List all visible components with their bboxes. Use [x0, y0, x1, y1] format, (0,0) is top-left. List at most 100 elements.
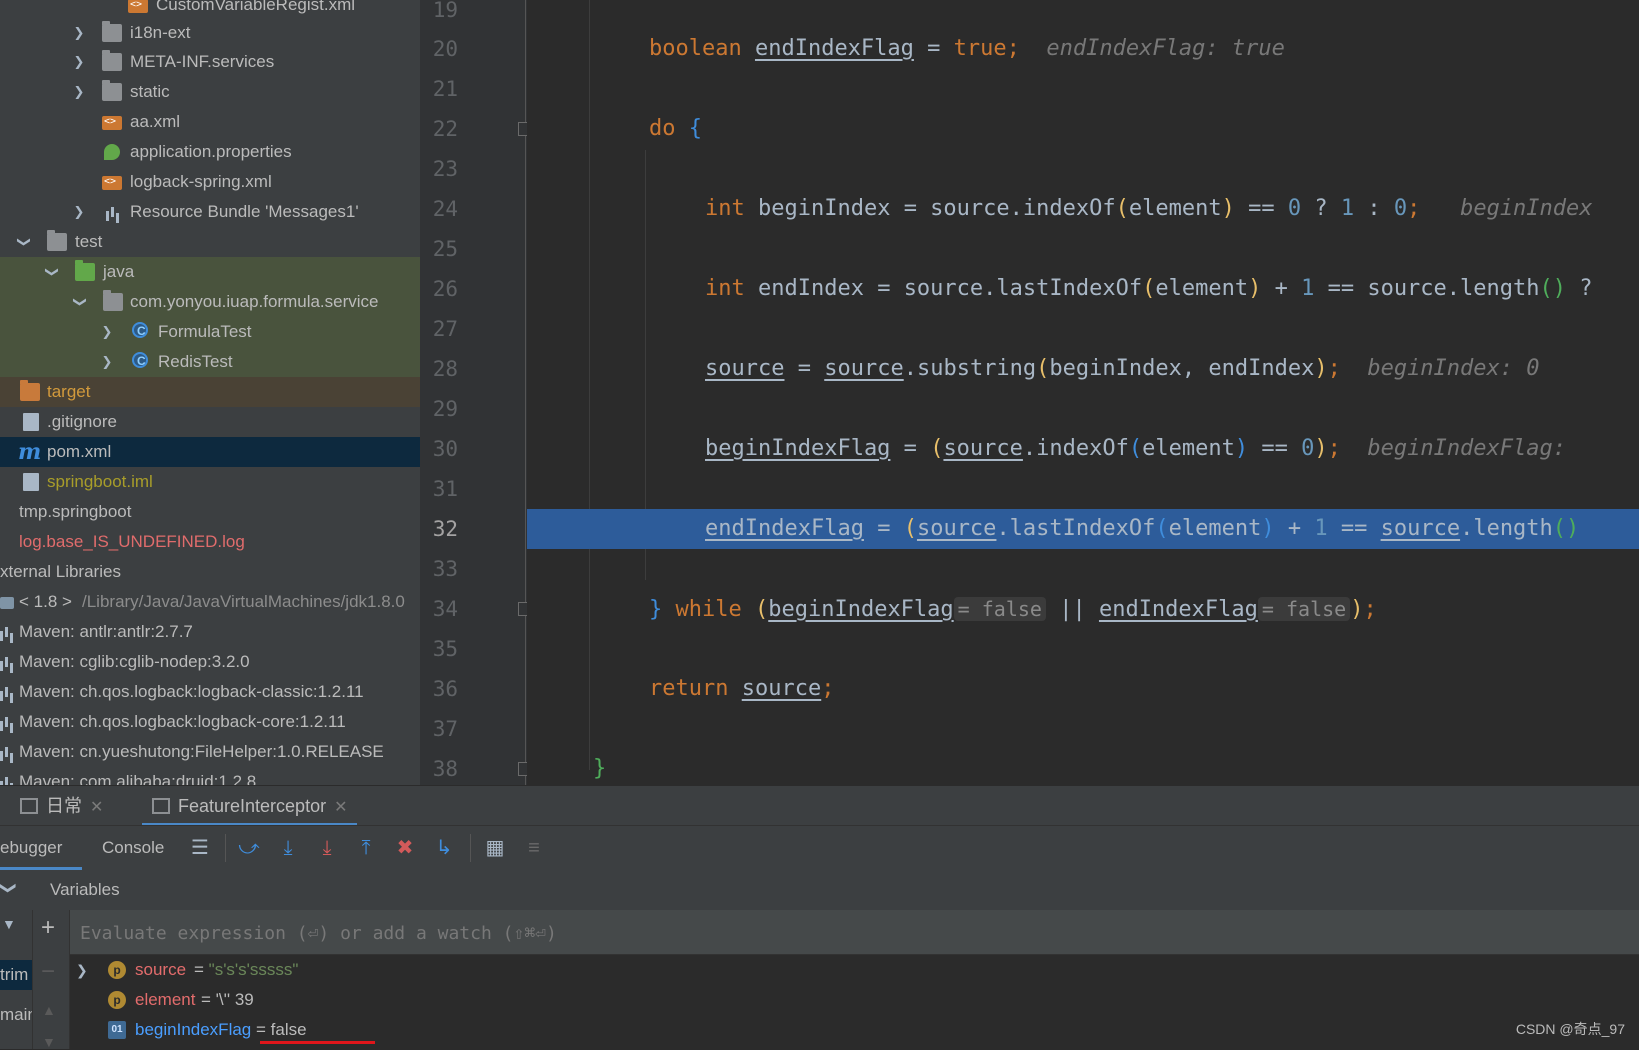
run-to-cursor-icon[interactable]: ↳	[432, 836, 456, 860]
tree-item[interactable]: < 1.8 > /Library/Java/JavaVirtualMachine…	[0, 587, 420, 617]
tree-item[interactable]: Maven: com.alibaba:druid:1.2.8	[0, 767, 420, 785]
tree-item[interactable]: aa.xml	[0, 107, 420, 137]
line-number[interactable]: 25	[420, 229, 458, 269]
evaluate-expression-input[interactable]	[78, 916, 982, 950]
line-number[interactable]: 19	[420, 0, 458, 30]
code-editor[interactable]: boolean endIndexFlag = true; endIndexFla…	[527, 0, 1639, 785]
evaluate-expression-icon[interactable]: ▦	[483, 836, 507, 860]
tree-item[interactable]: Maven: ch.qos.logback:logback-core:1.2.1…	[0, 707, 420, 737]
chevron-right-icon[interactable]: ❯	[72, 18, 86, 48]
close-icon[interactable]: ✕	[90, 799, 103, 816]
line-number[interactable]: 35	[420, 629, 458, 669]
tree-item[interactable]: application.properties	[0, 137, 420, 167]
line-number[interactable]: 37	[420, 709, 458, 749]
variable-row-element[interactable]: p element = '\'' 39	[70, 985, 1639, 1015]
move-down-icon[interactable]: ▼	[42, 1034, 56, 1050]
line-number[interactable]: 31	[420, 469, 458, 509]
tab-debugger[interactable]: ebugger	[0, 826, 82, 870]
tree-item[interactable]: ❯ test	[0, 227, 420, 257]
tree-item[interactable]: ❯ Resource Bundle 'Messages1'	[0, 197, 420, 227]
code-line-38[interactable]: }	[527, 749, 1639, 785]
chevron-right-icon[interactable]: ❯	[72, 197, 86, 227]
line-number[interactable]: 22	[420, 109, 458, 149]
chevron-down-icon[interactable]: ❯	[65, 295, 95, 309]
dropdown-icon[interactable]: ▼	[2, 916, 16, 932]
tree-item[interactable]: ❯ RedisTest	[0, 346, 420, 377]
code-line-36[interactable]: return source;	[527, 669, 1639, 709]
variables-header: ❯ Variables	[0, 870, 1639, 911]
line-number[interactable]: 20	[420, 29, 458, 69]
tree-item[interactable]: ❯ com.yonyou.iuap.formula.service	[0, 287, 420, 317]
tree-item[interactable]: ❯ META-INF.services	[0, 47, 420, 77]
tree-item[interactable]: ❯ i18n-ext	[0, 18, 420, 48]
code-line-34[interactable]: } while (beginIndexFlag = false || endInd…	[527, 589, 1639, 629]
tab-daily[interactable]: 日常 ✕	[20, 786, 103, 826]
chevron-down-icon[interactable]: ❯	[9, 235, 39, 249]
line-number-current[interactable]: 32	[420, 509, 458, 549]
tab-console[interactable]: Console	[102, 826, 164, 870]
move-up-icon[interactable]: ▲	[42, 1002, 56, 1018]
tree-item[interactable]: Maven: ch.qos.logback:logback-classic:1.…	[0, 677, 420, 707]
tab-featureinterceptor[interactable]: FeatureInterceptor ✕	[142, 786, 358, 826]
variables-list: ❯ p source = "s's's'sssss" p element = '…	[70, 955, 1639, 1049]
close-icon[interactable]: ✕	[334, 799, 347, 816]
line-number[interactable]: 33	[420, 549, 458, 589]
tree-item[interactable]: log.base_IS_UNDEFINED.log	[0, 527, 420, 557]
tree-item[interactable]: .gitignore	[0, 407, 420, 437]
code-line-24[interactable]: int beginIndex = source.indexOf(element)…	[527, 189, 1639, 229]
step-into-icon[interactable]: ⤓	[276, 836, 300, 860]
frame-item-selected[interactable]: trim	[0, 960, 32, 990]
tree-item[interactable]: Maven: antlr:antlr:2.7.7	[0, 617, 420, 647]
tree-item[interactable]: Maven: cglib:cglib-nodep:3.2.0	[0, 647, 420, 677]
local-variable-icon: 01	[108, 1021, 126, 1039]
chevron-right-icon[interactable]: ❯	[72, 77, 86, 107]
tree-item-selected[interactable]: m pom.xml	[0, 437, 420, 467]
tree-item[interactable]: xternal Libraries	[0, 557, 420, 587]
drop-frame-icon[interactable]: ✖	[393, 836, 417, 860]
watermark: CSDN @奇点_97	[1515, 1021, 1625, 1037]
chevron-down-icon[interactable]: ❯	[37, 265, 67, 279]
tree-item[interactable]: logback-spring.xml	[0, 167, 420, 197]
code-line-22[interactable]: do {	[527, 109, 1639, 149]
remove-watch-icon[interactable]: −	[41, 958, 55, 986]
chevron-right-icon[interactable]: ❯	[100, 347, 114, 377]
line-number[interactable]: 23	[420, 149, 458, 189]
line-number[interactable]: 27	[420, 309, 458, 349]
step-out-icon[interactable]: ⤒	[354, 836, 378, 860]
variable-row-source[interactable]: ❯ p source = "s's's'sssss"	[70, 955, 1639, 985]
tree-item[interactable]: springboot.iml	[0, 467, 420, 497]
tree-item[interactable]: tmp.springboot	[0, 497, 420, 527]
tree-item[interactable]: Maven: cn.yueshutong:FileHelper:1.0.RELE…	[0, 737, 420, 767]
chevron-right-icon[interactable]: ❯	[72, 47, 86, 77]
frame-item[interactable]: main	[0, 1000, 32, 1030]
force-step-into-icon[interactable]: ⤓	[315, 836, 339, 860]
line-number[interactable]: 26	[420, 269, 458, 309]
tree-item[interactable]: target	[0, 377, 420, 407]
chevron-down-icon[interactable]: ❯	[0, 881, 19, 894]
code-line-20[interactable]: boolean endIndexFlag = true; endIndexFla…	[527, 29, 1639, 69]
chevron-right-icon[interactable]: ❯	[100, 317, 114, 347]
variable-row-beginindexflag[interactable]: 01 beginIndexFlag = false	[70, 1015, 1639, 1045]
step-over-icon[interactable]: ⤻	[237, 836, 261, 860]
line-number[interactable]: 30	[420, 429, 458, 469]
tree-item[interactable]: ❯ static	[0, 77, 420, 107]
line-number[interactable]: 36	[420, 669, 458, 709]
line-number[interactable]: 28	[420, 349, 458, 389]
resource-bundle-icon	[106, 205, 120, 221]
code-line-28[interactable]: source = source.substring(beginIndex, en…	[527, 349, 1639, 389]
code-line-32-execution-point[interactable]: endIndexFlag = (source.lastIndexOf(eleme…	[527, 509, 1639, 549]
tree-item[interactable]: ❯ FormulaTest	[0, 316, 420, 347]
tree-item[interactable]: ❯ java	[0, 257, 420, 287]
trace-stream-icon[interactable]: ≡	[522, 836, 546, 860]
menu-icon[interactable]: ☰	[188, 836, 212, 860]
line-number[interactable]: 24	[420, 189, 458, 229]
line-number[interactable]: 34	[420, 589, 458, 629]
line-number[interactable]: 21	[420, 69, 458, 109]
add-watch-icon[interactable]: +	[41, 914, 55, 942]
line-number[interactable]: 38	[420, 749, 458, 789]
line-number[interactable]: 29	[420, 389, 458, 429]
code-line-30[interactable]: beginIndexFlag = (source.indexOf(element…	[527, 429, 1639, 469]
tree-item[interactable]: CustomVariableRegist.xml	[0, 0, 420, 20]
chevron-right-icon[interactable]: ❯	[76, 955, 88, 985]
code-line-26[interactable]: int endIndex = source.lastIndexOf(elemen…	[527, 269, 1639, 309]
